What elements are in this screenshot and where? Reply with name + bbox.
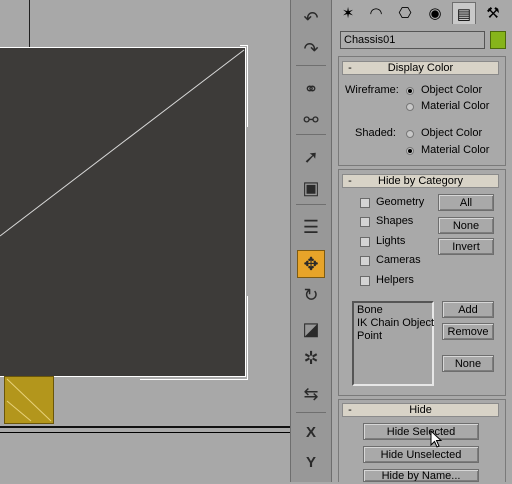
viewport-divider bbox=[29, 0, 30, 47]
rollout-title: Display Color bbox=[387, 62, 454, 74]
category-checkbox-lights[interactable] bbox=[360, 237, 370, 247]
create-tab-icon[interactable]: ✶ bbox=[336, 2, 360, 24]
hide-selected-button[interactable]: Hide Selected bbox=[363, 423, 479, 440]
modify-tab-icon[interactable]: ◠ bbox=[364, 2, 388, 24]
hierarchy-tab-icon[interactable]: ⎔ bbox=[393, 2, 417, 24]
collapse-icon: - bbox=[348, 404, 352, 416]
object-thumbnail[interactable] bbox=[4, 376, 54, 424]
select-by-name-icon[interactable]: ☰ bbox=[297, 213, 325, 241]
hide-header[interactable]: - Hide bbox=[342, 403, 499, 417]
none-list-button[interactable]: None bbox=[442, 355, 494, 372]
select-and-link-icon[interactable]: ⚭ bbox=[297, 75, 325, 103]
rollout-title: Hide bbox=[409, 404, 432, 416]
y-axis-icon[interactable]: Y bbox=[297, 448, 325, 476]
selection-bracket bbox=[247, 45, 248, 127]
category-label-helpers[interactable]: Helpers bbox=[376, 274, 414, 286]
rollout-title: Hide by Category bbox=[378, 175, 463, 187]
wireframe-diagonal bbox=[0, 49, 245, 237]
display-color-header[interactable]: - Display Color bbox=[342, 61, 499, 75]
thumbnail-wire bbox=[6, 378, 52, 422]
mouse-cursor-icon bbox=[430, 430, 443, 448]
toolbar-separator bbox=[296, 65, 326, 66]
category-label-geometry[interactable]: Geometry bbox=[376, 196, 424, 208]
select-and-rotate-icon[interactable]: ↻ bbox=[297, 281, 325, 309]
command-panel-scrollbar[interactable] bbox=[506, 28, 512, 482]
wireframe-material-color-radio[interactable] bbox=[406, 103, 414, 111]
x-axis-icon[interactable]: X bbox=[297, 418, 325, 446]
selected-object-face[interactable] bbox=[0, 47, 246, 377]
wireframe-label: Wireframe: bbox=[345, 84, 399, 96]
wireframe-material-color-label[interactable]: Material Color bbox=[421, 100, 489, 112]
list-item[interactable]: IK Chain Object bbox=[357, 317, 434, 330]
toolbar-separator bbox=[296, 204, 326, 205]
collapse-icon: - bbox=[348, 175, 352, 187]
collapse-icon: - bbox=[348, 62, 352, 74]
unlink-selection-icon[interactable]: ⚯ bbox=[297, 106, 325, 134]
list-item[interactable]: Bone bbox=[357, 304, 429, 317]
remove-button[interactable]: Remove bbox=[442, 323, 494, 340]
wireframe-object-color-label[interactable]: Object Color bbox=[421, 84, 482, 96]
main-toolbar bbox=[290, 0, 332, 482]
list-item[interactable]: Point bbox=[357, 330, 429, 343]
select-manipulate-icon[interactable]: ✲ bbox=[297, 344, 325, 372]
selection-bracket bbox=[140, 379, 248, 380]
all-button[interactable]: All bbox=[438, 194, 494, 211]
shaded-object-color-label[interactable]: Object Color bbox=[421, 127, 482, 139]
toolbar-separator bbox=[296, 412, 326, 413]
category-label-cameras[interactable]: Cameras bbox=[376, 254, 421, 266]
hide-by-name-button[interactable]: Hide by Name... bbox=[363, 469, 479, 482]
shaded-object-color-radio[interactable] bbox=[406, 130, 414, 138]
none-button[interactable]: None bbox=[438, 217, 494, 234]
lower-viewport-frame bbox=[0, 432, 290, 483]
undo-icon[interactable]: ↶ bbox=[297, 4, 325, 32]
display-tab-icon[interactable]: ▤ bbox=[452, 2, 476, 24]
add-button[interactable]: Add bbox=[442, 301, 494, 318]
category-checkbox-geometry[interactable] bbox=[360, 198, 370, 208]
mirror-icon[interactable]: ⇆ bbox=[297, 380, 325, 408]
shaded-material-color-label[interactable]: Material Color bbox=[421, 144, 489, 156]
select-region-icon[interactable]: ▣ bbox=[297, 174, 325, 202]
category-checkbox-helpers[interactable] bbox=[360, 276, 370, 286]
category-checkbox-cameras[interactable] bbox=[360, 256, 370, 266]
object-color-swatch[interactable] bbox=[490, 31, 506, 49]
wireframe-object-color-radio[interactable] bbox=[406, 87, 414, 95]
select-and-move-icon[interactable]: ✥ bbox=[297, 250, 325, 278]
utilities-tab-icon[interactable]: ⚒ bbox=[481, 2, 505, 24]
object-name-field[interactable] bbox=[340, 31, 485, 49]
hide-unselected-button[interactable]: Hide Unselected bbox=[363, 446, 479, 463]
select-object-icon[interactable]: ➚ bbox=[297, 143, 325, 171]
toolbar-separator bbox=[296, 134, 326, 135]
hide-by-category-header[interactable]: - Hide by Category bbox=[342, 174, 499, 188]
category-checkbox-shapes[interactable] bbox=[360, 217, 370, 227]
category-listbox[interactable]: Bone IK Chain Object Point bbox=[352, 301, 434, 386]
category-label-shapes[interactable]: Shapes bbox=[376, 215, 413, 227]
selection-bracket bbox=[247, 296, 248, 380]
shaded-label: Shaded: bbox=[355, 127, 396, 139]
category-label-lights[interactable]: Lights bbox=[376, 235, 405, 247]
select-and-scale-icon[interactable]: ◪ bbox=[297, 315, 325, 343]
shaded-material-color-radio[interactable] bbox=[406, 147, 414, 155]
motion-tab-icon[interactable]: ◉ bbox=[423, 2, 447, 24]
invert-button[interactable]: Invert bbox=[438, 238, 494, 255]
redo-icon[interactable]: ↷ bbox=[297, 35, 325, 63]
